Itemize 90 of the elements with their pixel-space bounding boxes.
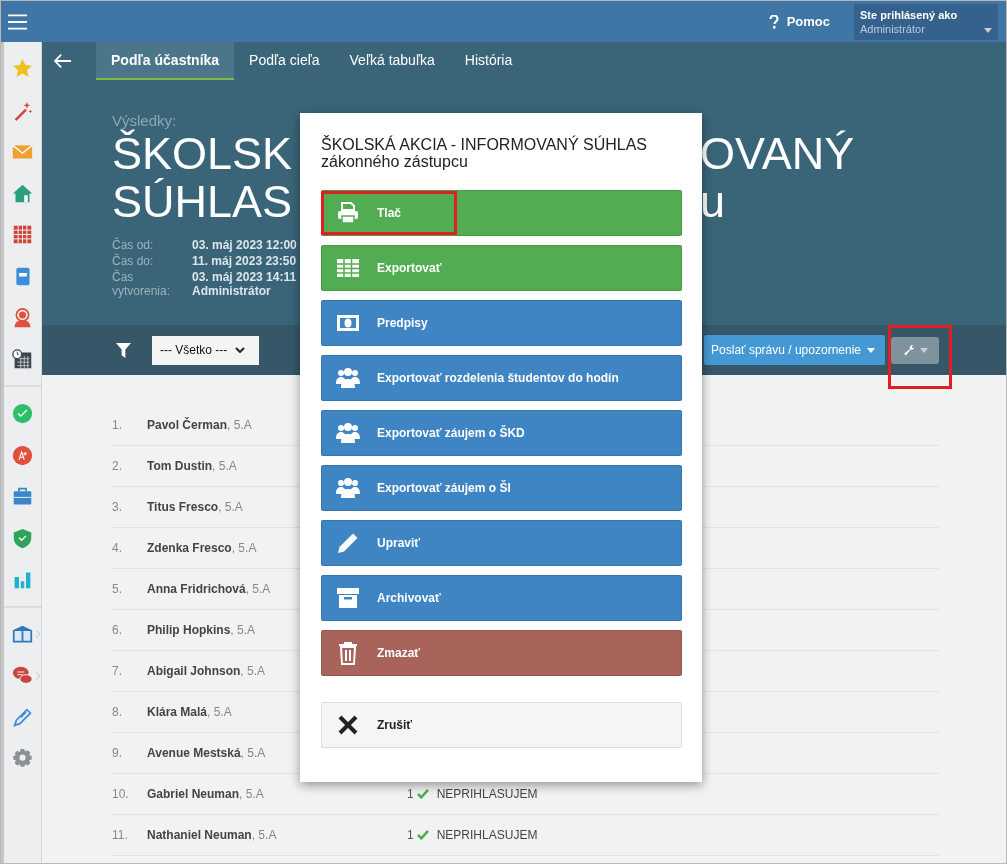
chevron-down-icon — [235, 347, 246, 353]
participant-name: Titus Fresco, 5.A — [147, 500, 243, 514]
action-button[interactable]: Zrušiť — [321, 702, 682, 748]
row-number: 1. — [112, 418, 123, 432]
tools-button[interactable] — [891, 336, 939, 364]
check-circle-icon[interactable] — [12, 403, 33, 425]
participant-name: Anna Fridrichová, 5.A — [147, 582, 271, 596]
action-button[interactable]: Exportovať — [321, 245, 682, 291]
menu-icon[interactable] — [8, 13, 27, 30]
row-number: 4. — [112, 541, 123, 555]
meta-label: Čas do: — [112, 254, 155, 268]
results-label: Výsledky: — [112, 112, 178, 129]
tab[interactable]: História — [449, 42, 528, 80]
chat-bubbles-icon[interactable] — [12, 665, 33, 687]
person-icon[interactable] — [12, 307, 33, 329]
action-button[interactable]: Zmazať — [321, 630, 682, 676]
meta-value: 11. máj 2023 23:50 — [192, 254, 298, 268]
row-number: 8. — [112, 705, 123, 719]
event-title: ŠKOLSK — [112, 130, 294, 178]
meta-value: 03. máj 2023 12:00 — [192, 238, 298, 252]
count: 1 — [407, 787, 414, 801]
action-button[interactable]: Exportovať rozdelenia študentov do hodín — [321, 355, 682, 401]
people-group-icon — [336, 476, 360, 500]
house-icon[interactable] — [12, 182, 33, 204]
trash-icon — [336, 641, 360, 665]
user-dropdown[interactable]: Ste prihlásený ako Administrátor — [854, 3, 998, 40]
participant-name: Tom Dustin, 5.A — [147, 459, 237, 473]
check-icon — [416, 789, 429, 799]
tab[interactable]: Podľa cieľa — [234, 42, 335, 80]
participant-name: Klára Malá, 5.A — [147, 705, 232, 719]
participant-name: Avenue Mestská, 5.A — [147, 746, 266, 760]
action-button[interactable]: Exportovať záujem o ŠI — [321, 465, 682, 511]
event-title: SÚHLAS — [112, 178, 294, 226]
participant-name: Zdenka Fresco, 5.A — [147, 541, 257, 555]
row-number: 5. — [112, 582, 123, 596]
row-number: 3. — [112, 500, 123, 514]
meta-label: Čas od: — [112, 238, 155, 252]
pen-icon[interactable] — [12, 706, 33, 728]
participant-name: Gabriel Neuman, 5.A — [147, 787, 264, 801]
calendar-clock-icon[interactable] — [12, 348, 33, 370]
meta-value: 03. máj 2023 14:11 — [192, 270, 298, 284]
caret-icon — [867, 347, 875, 353]
check-icon — [416, 830, 429, 840]
wrench-icon — [902, 343, 916, 357]
tab[interactable]: Podľa účastníka — [96, 42, 235, 80]
participant-name: Philip Hopkins, 5.A — [147, 623, 256, 637]
row-number: 2. — [112, 459, 123, 473]
dialog-title: ŠKOLSKÁ AKCIA - INFORMOVANÝ SÚHLAS — [321, 136, 648, 153]
meta-value: Administrátor — [192, 284, 272, 298]
people-group-icon — [336, 366, 360, 390]
close-icon — [336, 713, 360, 737]
count: 1 — [407, 828, 414, 842]
participant-name: Pavol Čerman, 5.A — [147, 418, 252, 432]
participant-name: Abigail Johnson, 5.A — [147, 664, 266, 678]
action-button[interactable]: Upraviť — [321, 520, 682, 566]
row-number: 6. — [112, 623, 123, 637]
settings-icon[interactable] — [12, 748, 33, 770]
row-number: 11. — [112, 828, 129, 842]
table-icon — [336, 256, 360, 280]
archive-box-icon — [336, 586, 360, 610]
send-message-button[interactable]: Poslať správu / upozornenie — [704, 335, 885, 365]
grade-circle-icon[interactable] — [12, 444, 33, 466]
action-button[interactable]: Exportovať záujem o ŠKD — [321, 410, 682, 456]
caret-icon — [984, 27, 992, 33]
action-button[interactable]: Tlač — [321, 190, 682, 236]
help-icon — [768, 14, 779, 29]
dialog-subtitle: zákonného zástupcu — [321, 153, 469, 170]
people-group-icon — [336, 421, 360, 445]
tab[interactable]: Veľká tabuľka — [334, 42, 450, 80]
row-number: 9. — [112, 746, 123, 760]
response-status: NEPRIHLASUJEM — [436, 787, 538, 801]
meta-label: Čas vytvorenia: — [112, 270, 172, 298]
caret-icon — [919, 347, 928, 353]
back-arrow-icon[interactable] — [54, 53, 72, 69]
calendar-grid-icon[interactable] — [12, 224, 33, 246]
row-number: 7. — [112, 664, 123, 678]
participant-name: Nathaniel Neuman, 5.A — [147, 828, 277, 842]
pencil-icon — [336, 531, 360, 555]
response-status: NEPRIHLASUJEM — [436, 828, 538, 842]
printer-icon — [336, 201, 360, 225]
event-title: u — [700, 178, 727, 226]
open-book-icon[interactable] — [12, 623, 33, 645]
filter-select[interactable]: --- Všetko --- — [152, 335, 259, 365]
action-button[interactable]: Predpisy — [321, 300, 682, 346]
filter-icon[interactable] — [116, 342, 131, 358]
row-number: 10. — [112, 787, 130, 801]
event-title: OVANÝ — [700, 130, 856, 178]
action-button[interactable]: Archivovať — [321, 575, 682, 621]
help-link[interactable]: Pomoc — [786, 14, 830, 29]
shield-icon[interactable] — [12, 527, 33, 549]
